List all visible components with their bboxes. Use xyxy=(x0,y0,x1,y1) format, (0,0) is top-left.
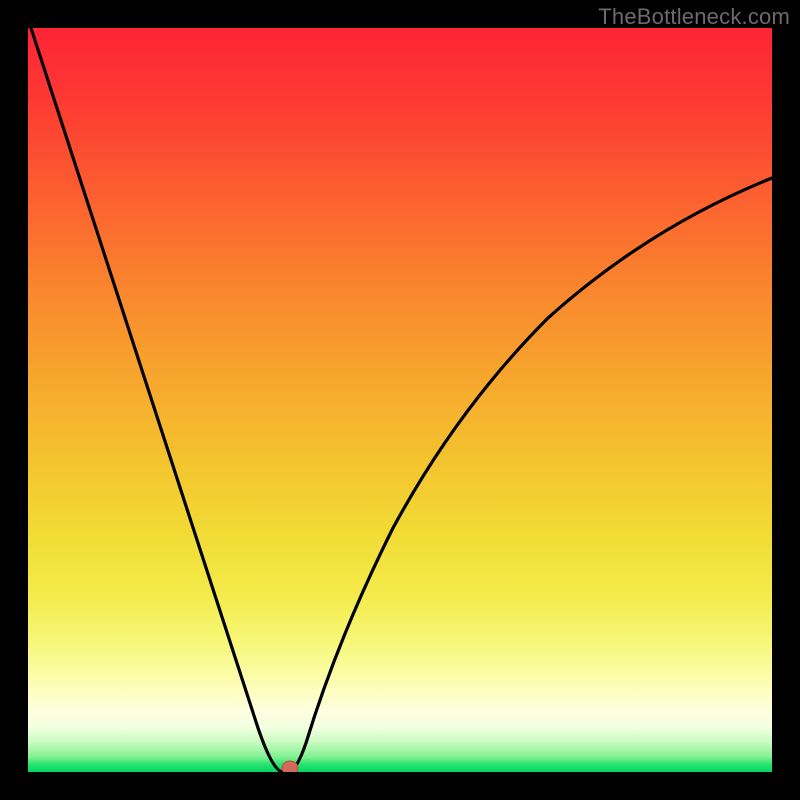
optimal-point-marker xyxy=(282,761,298,772)
attribution-text: TheBottleneck.com xyxy=(598,4,790,30)
curve-layer xyxy=(28,28,772,772)
bottleneck-curve xyxy=(31,28,772,772)
chart-frame: TheBottleneck.com xyxy=(0,0,800,800)
plot-area xyxy=(28,28,772,772)
